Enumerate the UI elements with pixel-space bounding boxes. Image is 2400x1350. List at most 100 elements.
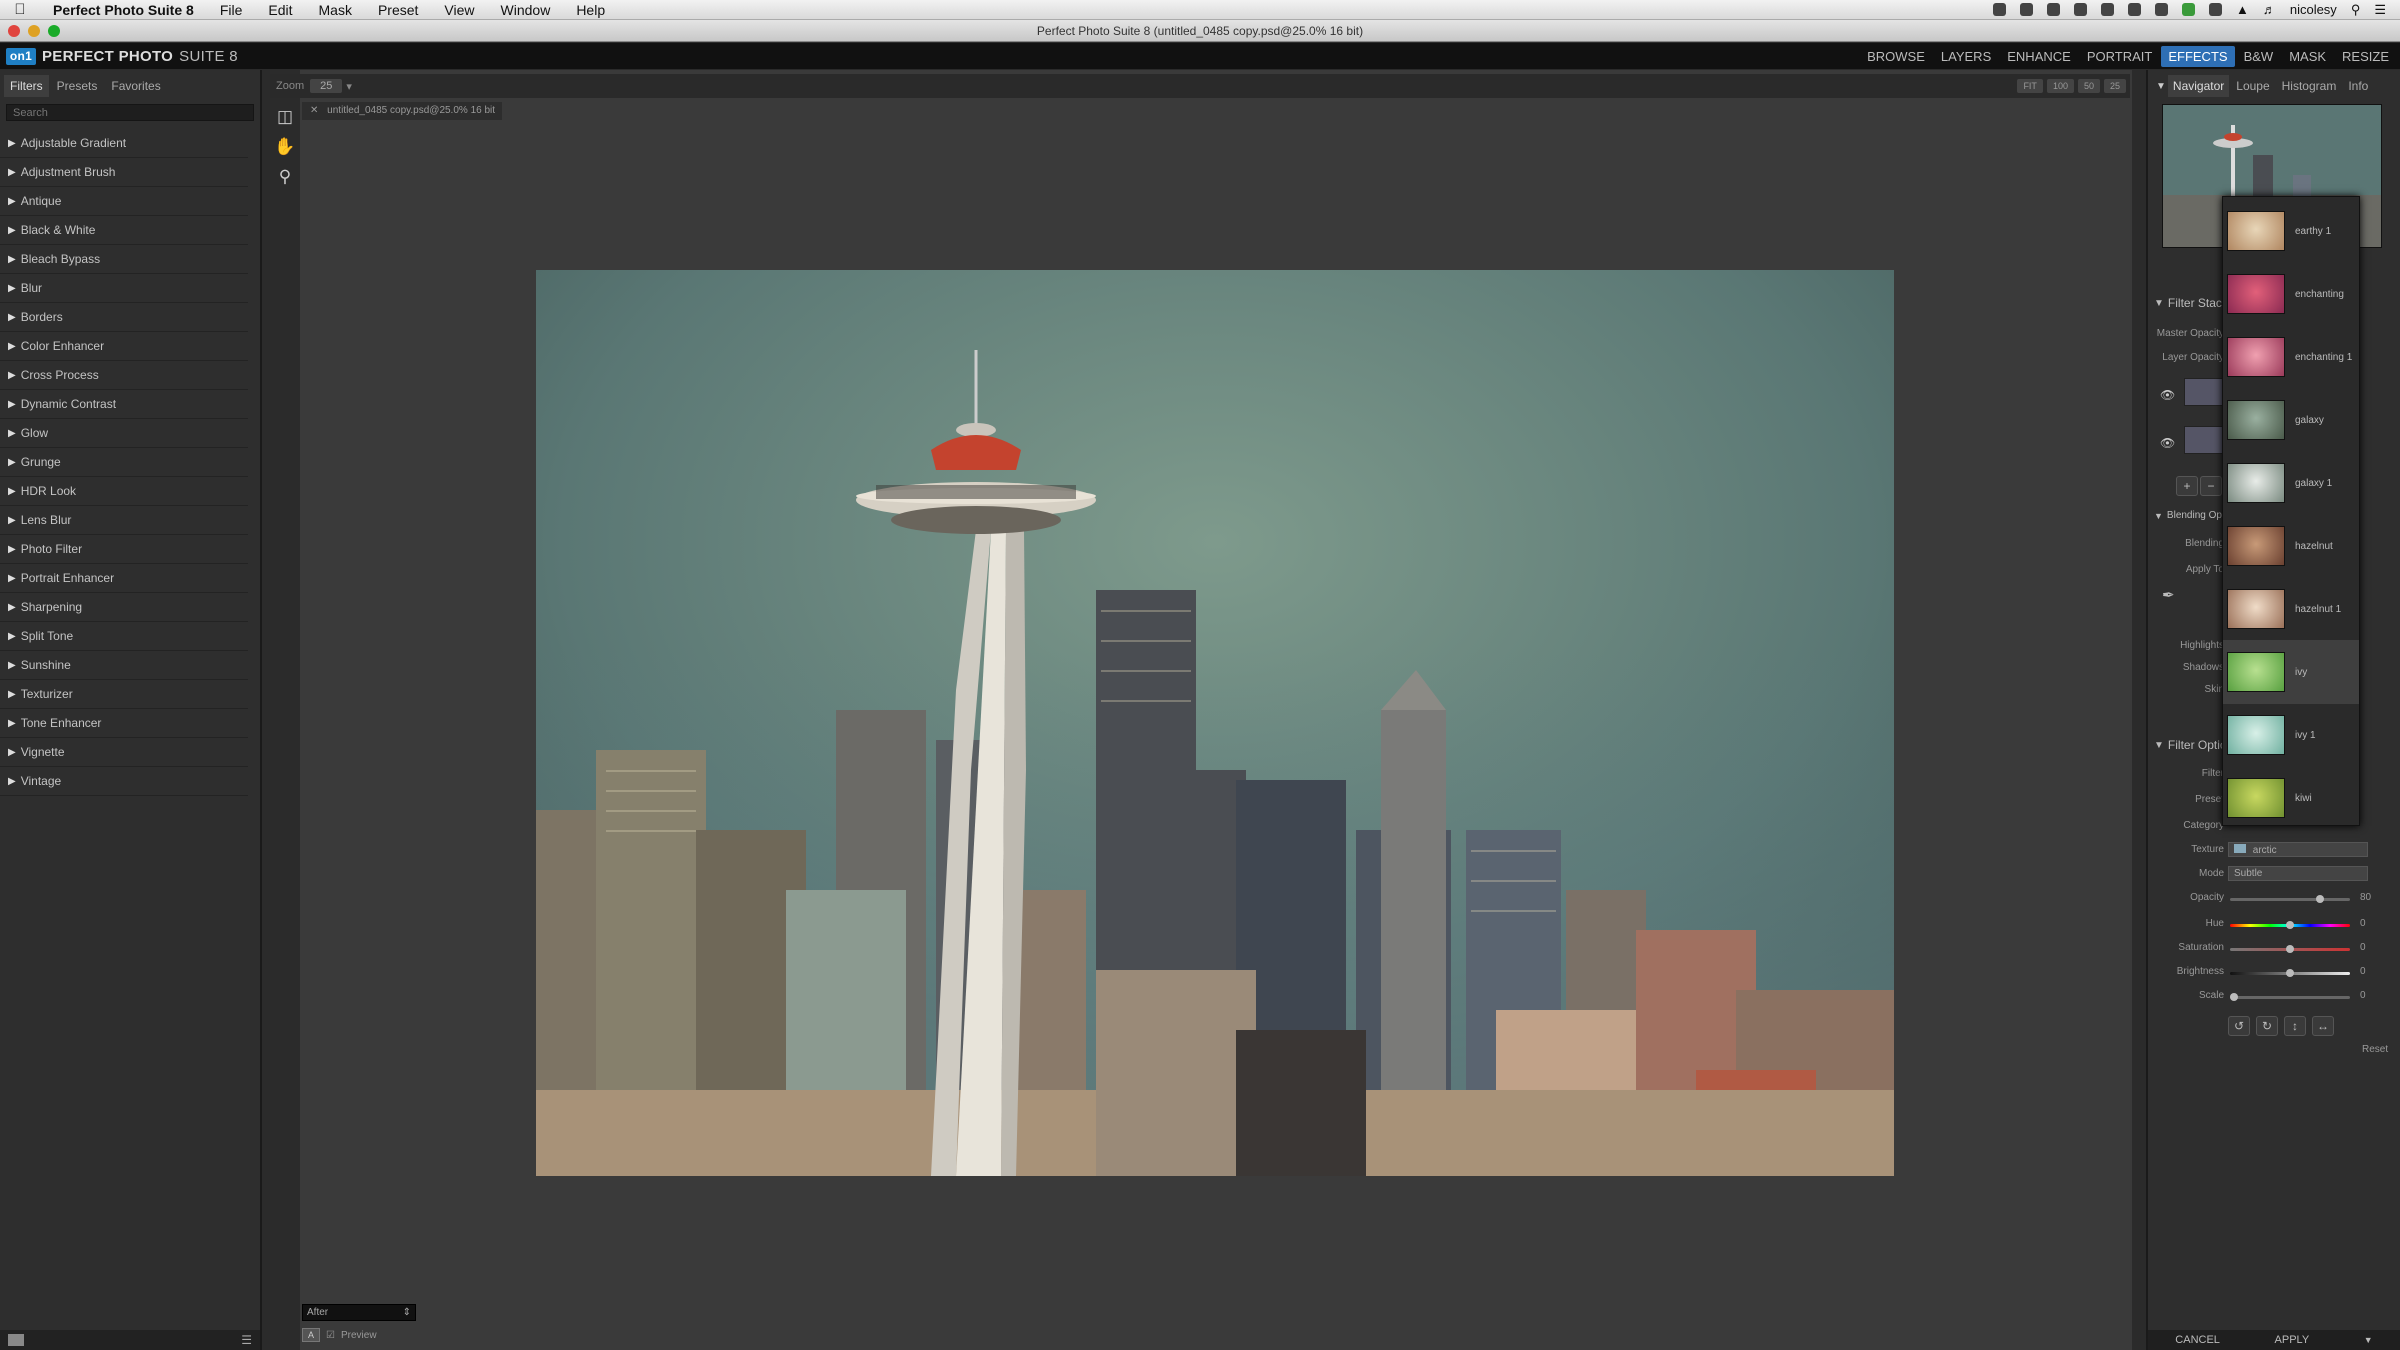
tray-icon[interactable] [1992,3,2006,16]
zoom-25-button[interactable]: 25 [2103,79,2126,93]
wifi-icon[interactable]: ▲ [2236,2,2249,17]
module-bw[interactable]: B&W [2237,46,2281,67]
tray-icon[interactable] [2154,3,2168,16]
dropbox-icon[interactable] [2073,3,2087,16]
texture-select[interactable]: arctic [2228,842,2368,857]
tray-icon[interactable] [2019,3,2033,16]
hue-slider-knob[interactable] [2286,921,2294,929]
eye-icon[interactable]: 👁 [2160,388,2175,402]
compare-tool-icon[interactable]: ◫ [272,104,298,130]
view-mode-select[interactable]: After ⇕ [302,1304,416,1321]
apply-dropdown-icon[interactable]: ▼ [2364,1335,2373,1345]
rotate-right-icon[interactable]: ↻ [2256,1016,2278,1036]
filter-list-item[interactable]: ▶ Borders [0,303,248,332]
texture-option[interactable]: kiwi [2223,766,2359,830]
filter-list-item[interactable]: ▶ Bleach Bypass [0,245,248,274]
close-window-icon[interactable] [8,25,20,37]
module-layers[interactable]: LAYERS [1934,46,1998,67]
menu-preset[interactable]: Preset [365,2,431,18]
filter-layer-thumbnail[interactable] [2184,426,2226,454]
remove-filter-icon[interactable]: − [2200,476,2222,496]
filter-list-item[interactable]: ▶ Antique [0,187,248,216]
tab-filters[interactable]: Filters [4,75,49,97]
bluetooth-icon[interactable] [2208,3,2222,16]
menubar-user[interactable]: nicolesy [2290,2,2337,17]
cancel-button[interactable]: CANCEL [2175,1334,2220,1346]
zoom-dropdown-icon[interactable]: ▾ [346,80,352,93]
tab-navigator[interactable]: Navigator [2167,75,2230,97]
filter-list-item[interactable]: ▶ Photo Filter [0,535,248,564]
texture-option[interactable]: enchanting 1 [2223,325,2359,389]
texture-option[interactable]: ivy 1 [2223,703,2359,767]
opacity-slider[interactable] [2230,895,2350,903]
reset-button[interactable]: Reset [2362,1044,2388,1055]
module-mask[interactable]: MASK [2282,46,2333,67]
module-browse[interactable]: BROWSE [1860,46,1932,67]
filter-list-item[interactable]: ▶ Tone Enhancer [0,709,248,738]
filter-list-item[interactable]: ▶ Adjustable Gradient [0,129,248,158]
filter-list-item[interactable]: ▶ Blur [0,274,248,303]
filter-list-item[interactable]: ▶ Cross Process [0,361,248,390]
document-tab[interactable]: ✕ untitled_0485 copy.psd@25.0% 16 bit [302,102,502,120]
opacity-slider-knob[interactable] [2316,895,2324,903]
module-resize[interactable]: RESIZE [2335,46,2396,67]
menu-app-name[interactable]: Perfect Photo Suite 8 [40,2,207,18]
hand-tool-icon[interactable]: ✋ [272,134,298,160]
photo-canvas[interactable] [536,270,1894,1176]
filter-stack-header[interactable]: ▼ Filter Stack [2154,296,2228,310]
filter-search-input[interactable] [6,104,254,121]
filter-list-item[interactable]: ▶ Glow [0,419,248,448]
brightness-slider[interactable] [2230,969,2350,977]
filter-list-item[interactable]: ▶ Sharpening [0,593,248,622]
module-effects[interactable]: EFFECTS [2161,45,2235,67]
close-document-icon[interactable]: ✕ [310,105,318,116]
menu-help[interactable]: Help [563,2,618,18]
zoom-window-icon[interactable] [48,25,60,37]
texture-option[interactable]: enchanting [2223,262,2359,326]
tray-icon[interactable] [2100,3,2114,16]
tray-icon[interactable] [2046,3,2060,16]
filter-list-item[interactable]: ▶ Black & White [0,216,248,245]
texture-option[interactable]: earthy 1 [2223,199,2359,263]
minimize-window-icon[interactable] [28,25,40,37]
list-view-icon[interactable]: ☰ [241,1333,252,1347]
menu-edit[interactable]: Edit [255,2,305,18]
apple-icon[interactable]:  [0,1,40,18]
zoom-value-field[interactable]: 25 [310,79,343,93]
notification-list-icon[interactable]: ☰ [2374,2,2386,18]
scale-slider-knob[interactable] [2230,993,2238,1001]
tab-loupe[interactable]: Loupe [2231,75,2274,97]
module-portrait[interactable]: PORTRAIT [2080,46,2160,67]
menu-mask[interactable]: Mask [306,2,365,18]
add-filter-icon[interactable]: + [2176,476,2198,496]
texture-option[interactable]: hazelnut 1 [2223,577,2359,641]
texture-option[interactable]: galaxy 1 [2223,451,2359,515]
rotate-left-icon[interactable]: ↺ [2228,1016,2250,1036]
eye-icon[interactable]: 👁 [2160,436,2175,450]
menu-view[interactable]: View [431,2,487,18]
tab-favorites[interactable]: Favorites [105,75,166,97]
collapse-triangle-icon[interactable]: ▼ [2156,81,2166,92]
filter-list-item[interactable]: ▶ Vignette [0,738,248,767]
filter-list-item[interactable]: ▶ Portrait Enhancer [0,564,248,593]
texture-option[interactable]: galaxy [2223,388,2359,452]
eyedropper-icon[interactable]: ✒ [2162,586,2175,604]
zoom-tool-icon[interactable]: ⚲ [272,164,298,190]
filter-list-item[interactable]: ▶ Adjustment Brush [0,158,248,187]
saturation-slider[interactable] [2230,945,2350,953]
tab-histogram[interactable]: Histogram [2277,75,2342,97]
filter-list-item[interactable]: ▶ Sunshine [0,651,248,680]
split-view-icon[interactable]: A [302,1328,320,1342]
filter-list-item[interactable]: ▶ Lens Blur [0,506,248,535]
apply-button[interactable]: APPLY [2275,1334,2310,1346]
tray-icon[interactable] [2127,3,2141,16]
filter-list-item[interactable]: ▶ HDR Look [0,477,248,506]
saturation-slider-knob[interactable] [2286,945,2294,953]
texture-option[interactable]: ivy [2223,640,2359,704]
filter-layer-thumbnail[interactable] [2184,378,2226,406]
menu-file[interactable]: File [207,2,256,18]
filter-list-item[interactable]: ▶ Texturizer [0,680,248,709]
tab-info[interactable]: Info [2343,75,2373,97]
tray-icon[interactable] [2181,3,2195,16]
filter-list-item[interactable]: ▶ Vintage [0,767,248,796]
